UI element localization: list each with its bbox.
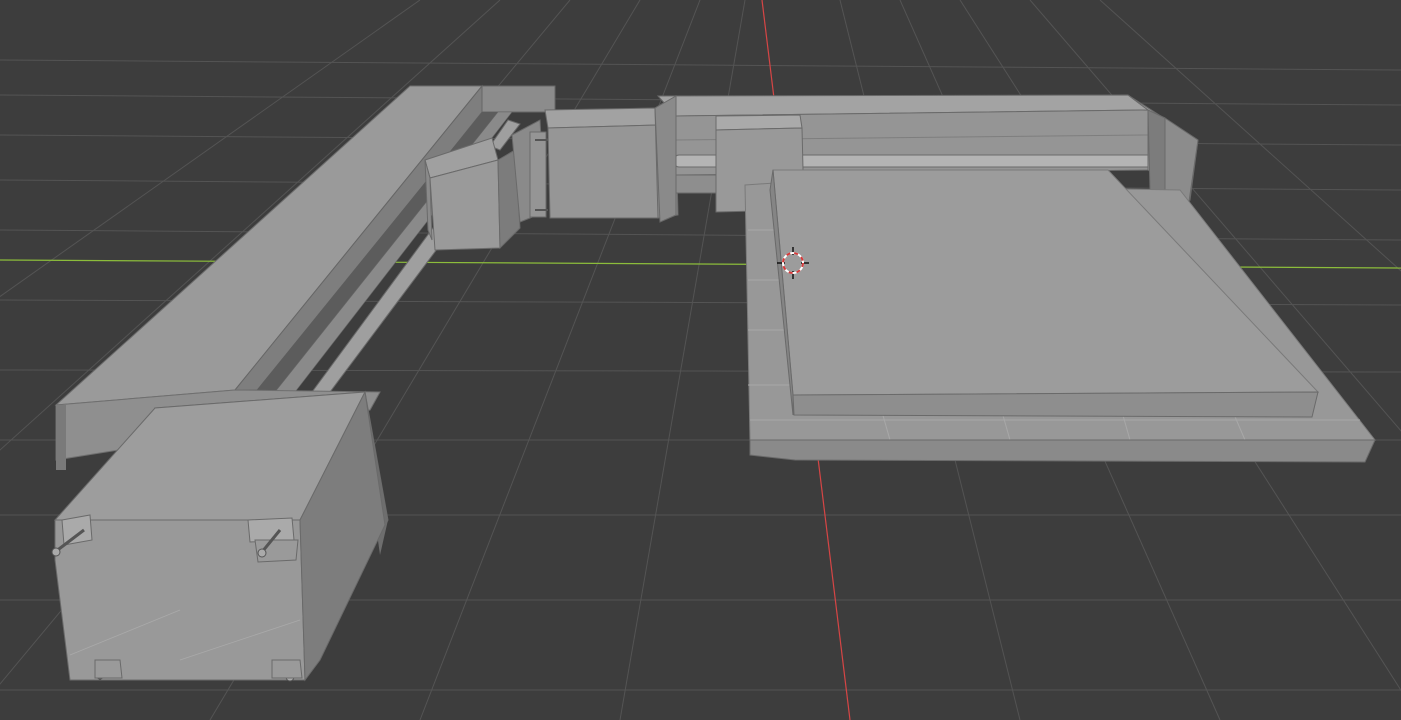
viewport-canvas[interactable]: [0, 0, 1401, 720]
3d-viewport[interactable]: [0, 0, 1401, 720]
build-plate-assembly[interactable]: [744, 169, 1377, 463]
